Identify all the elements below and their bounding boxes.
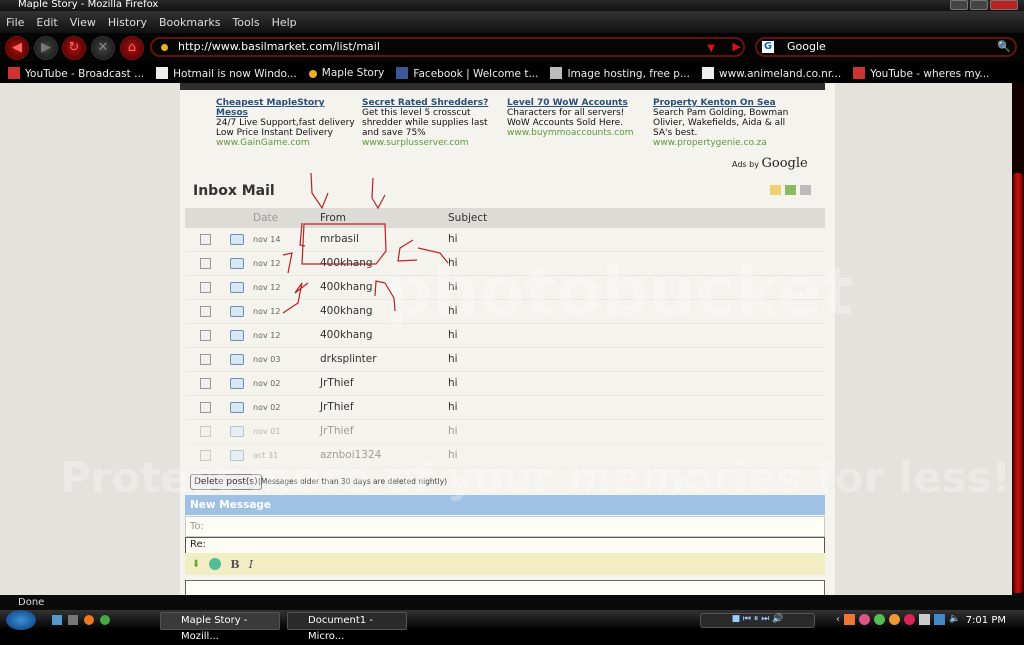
annotation-arrow [371, 177, 386, 210]
quick-launch [52, 615, 110, 625]
home-button[interactable]: ⌂ [120, 36, 144, 60]
annotation-box [301, 223, 387, 265]
bookmark-label: Hotmail is now Windo... [173, 67, 297, 80]
network-icon[interactable] [934, 614, 945, 625]
stop-button[interactable]: ✕ [91, 36, 115, 60]
camera-icon [550, 66, 563, 79]
status-bar: Done [0, 595, 1024, 610]
network-icon[interactable] [919, 614, 930, 625]
search-box[interactable]: G Google 🔍 [755, 37, 1017, 57]
taskbar: Maple Story - Mozill... Document1 - Micr… [0, 610, 1024, 642]
maximize-button[interactable] [970, 0, 988, 10]
tray-app-icon[interactable] [844, 614, 855, 625]
bookmark-label: Image hosting, free p... [567, 67, 690, 80]
close-button[interactable] [990, 0, 1018, 10]
site-favicon [161, 44, 168, 51]
desktop-icon[interactable] [52, 615, 62, 625]
menu-file[interactable]: File [6, 16, 24, 29]
firefox-icon[interactable] [84, 615, 94, 625]
window-title: Maple Story - Mozilla Firefox [18, 0, 159, 10]
bookmark-maplestory[interactable]: Maple Story [308, 67, 385, 79]
window-controls [950, 0, 1018, 10]
forward-button[interactable]: ▶ [34, 36, 58, 60]
messenger-tray-icon[interactable] [874, 614, 885, 625]
tray-app-icon[interactable] [889, 614, 900, 625]
bookmark-hotmail[interactable]: Hotmail is now Windo... [156, 66, 297, 80]
red-annotations [282, 172, 449, 314]
page-scrollbar[interactable] [1012, 83, 1024, 595]
messenger-icon[interactable] [100, 615, 110, 625]
menu-view[interactable]: View [70, 16, 96, 29]
google-icon[interactable]: G [762, 41, 774, 53]
maple-icon [308, 70, 317, 78]
bookmark-image-hosting[interactable]: Image hosting, free p... [550, 66, 690, 80]
menu-tools[interactable]: Tools [232, 16, 259, 29]
bookmark-label: www.animeland.co.nr... [718, 67, 842, 80]
menu-history[interactable]: History [108, 16, 147, 29]
scrollbar-thumb[interactable] [1013, 173, 1023, 593]
bookmark-label: YouTube - Broadcast ... [25, 67, 145, 80]
youtube-icon [8, 66, 20, 79]
minimize-button[interactable] [950, 0, 968, 10]
bookmark-facebook[interactable]: Facebook | Welcome t... [396, 66, 539, 80]
annotation-arrow [282, 252, 309, 314]
bookmark-label: Facebook | Welcome t... [413, 67, 539, 80]
task-word[interactable]: Document1 - Micro... [287, 612, 407, 642]
back-button[interactable]: ◀ [5, 36, 29, 60]
dropdown-arrow-icon[interactable]: ▼ [707, 41, 715, 57]
go-arrow-icon[interactable]: ▶ [733, 39, 741, 55]
url-text: http://www.basilmarket.com/list/mail [178, 40, 380, 53]
tray-app-icon[interactable] [904, 614, 915, 625]
media-player-controls[interactable]: ■ ⏮ ⏸ ⏭ 🔊 [700, 613, 815, 628]
task-firefox[interactable]: Maple Story - Mozill... [160, 612, 280, 642]
bookmark-youtube[interactable]: YouTube - Broadcast ... [8, 66, 145, 80]
menu-edit[interactable]: Edit [36, 16, 57, 29]
task-label: Maple Story - Mozill... [181, 615, 248, 642]
annotation-arrow [299, 172, 329, 247]
url-bar[interactable]: http://www.basilmarket.com/list/mail ▼ ▶ [150, 37, 745, 57]
bookmarks-toolbar: YouTube - Broadcast ... Hotmail is now W… [0, 63, 1024, 83]
navigation-toolbar: ◀ ▶ ↻ ✕ ⌂ http://www.basilmarket.com/lis… [0, 33, 1024, 61]
bookmark-youtube-2[interactable]: YouTube - wheres my... [853, 66, 990, 80]
page-content: Cheapest MapleStory Mesos 24/7 Live Suppo… [0, 83, 1012, 595]
menu-help[interactable]: Help [272, 16, 297, 29]
search-engine-label: Google [787, 40, 826, 53]
status-text: Done [18, 597, 45, 608]
reload-button[interactable]: ↻ [62, 36, 86, 60]
task-label: Document1 - Micro... [308, 615, 373, 642]
facebook-icon [396, 66, 409, 79]
page-icon [701, 66, 714, 79]
system-tray: ‹ 🔈 [836, 614, 960, 625]
annotation-arrow [374, 280, 396, 312]
bookmark-label: YouTube - wheres my... [870, 67, 990, 80]
bookmark-label: Maple Story [321, 67, 385, 79]
tray-expand-icon[interactable]: ‹ [836, 614, 840, 625]
start-button[interactable] [6, 610, 36, 630]
menu-bookmarks[interactable]: Bookmarks [159, 16, 220, 29]
annotation-arrow [397, 239, 449, 264]
menu-bar: File Edit View History Bookmarks Tools H… [0, 11, 1024, 33]
tray-app-icon[interactable] [859, 614, 870, 625]
window-title-bar: Maple Story - Mozilla Firefox [0, 0, 1024, 11]
clock[interactable]: 7:01 PM [966, 615, 1006, 626]
bookmark-animeland[interactable]: www.animeland.co.nr... [701, 66, 842, 80]
page-icon [156, 66, 169, 79]
volume-icon[interactable]: 🔈 [949, 614, 960, 625]
youtube-icon [853, 66, 866, 79]
switch-windows-icon[interactable] [68, 615, 78, 625]
search-icon[interactable]: 🔍 [997, 39, 1011, 55]
